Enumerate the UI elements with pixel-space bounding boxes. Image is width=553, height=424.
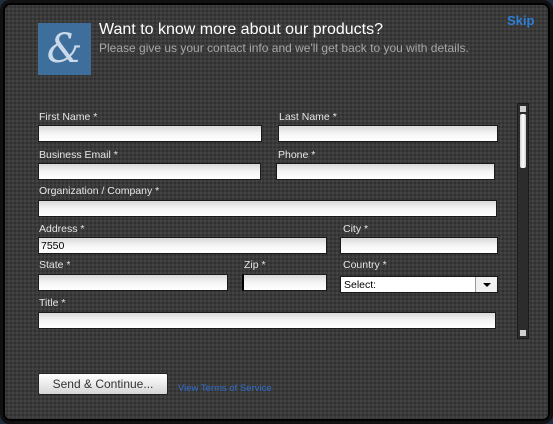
address-field[interactable] [38, 237, 327, 254]
country-select[interactable]: Select: [340, 276, 498, 293]
state-label: State * [39, 259, 71, 271]
zip-label: Zip * [244, 259, 266, 271]
last-name-label: Last Name * [279, 111, 337, 123]
ampersand-logo-icon: & [38, 23, 91, 75]
city-label: City * [343, 223, 369, 235]
contact-modal: Skip & Want to know more about our produ… [0, 0, 553, 424]
organization-field[interactable] [38, 200, 497, 217]
zip-field[interactable] [242, 274, 327, 291]
terms-of-service-link[interactable]: View Terms of Service [178, 383, 272, 394]
phone-field[interactable] [276, 163, 495, 180]
first-name-label: First Name * [39, 111, 98, 123]
country-label: Country * [343, 259, 387, 271]
send-continue-button[interactable]: Send & Continue... [38, 373, 168, 395]
form-scrollbar[interactable] [517, 103, 529, 339]
business-email-field[interactable] [38, 163, 261, 180]
scrollbar-thumb[interactable] [520, 114, 526, 168]
business-email-label: Business Email * [39, 149, 118, 161]
title-label: Title * [39, 297, 66, 309]
scroll-down-arrow-icon[interactable] [520, 330, 526, 336]
chevron-down-icon[interactable] [475, 277, 497, 292]
modal-title: Want to know more about our products? [99, 21, 383, 38]
state-field[interactable] [38, 274, 228, 291]
phone-label: Phone * [278, 149, 316, 161]
first-name-field[interactable] [38, 125, 262, 142]
title-field[interactable] [38, 312, 496, 329]
modal-subtitle: Please give us your contact info and we'… [99, 41, 469, 55]
country-select-value: Select: [344, 279, 377, 291]
organization-label: Organization / Company * [39, 185, 160, 197]
scroll-up-arrow-icon[interactable] [520, 106, 526, 112]
address-label: Address * [39, 223, 85, 235]
city-field[interactable] [340, 237, 498, 254]
last-name-field[interactable] [278, 125, 498, 142]
skip-link[interactable]: Skip [507, 13, 534, 28]
